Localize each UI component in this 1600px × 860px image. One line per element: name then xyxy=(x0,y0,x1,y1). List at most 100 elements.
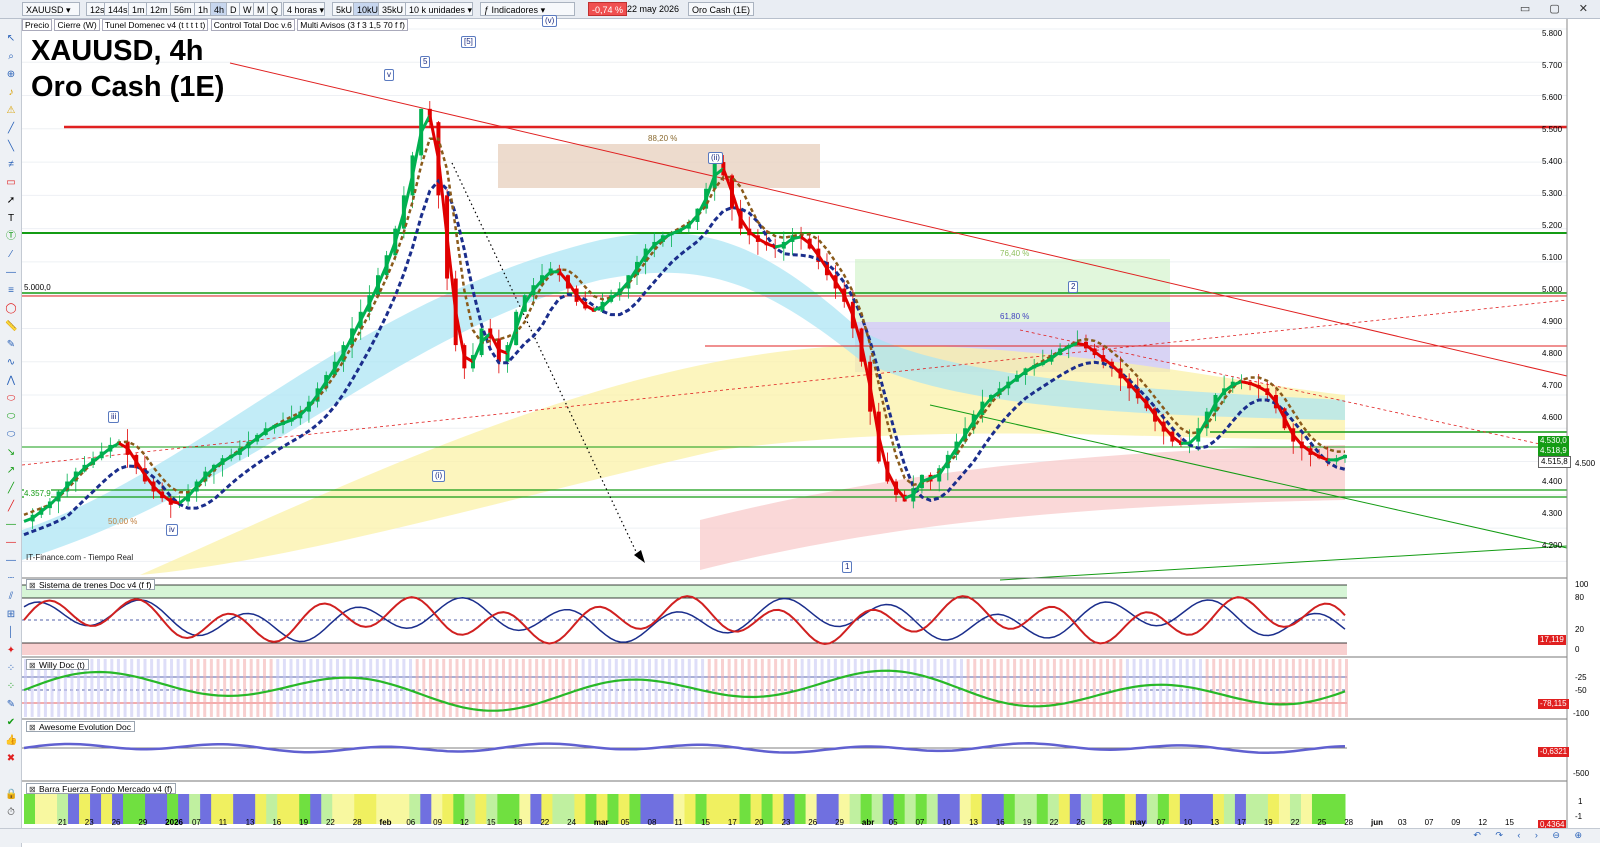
pattern-icon[interactable]: ⋀ xyxy=(5,375,17,387)
alert-icon[interactable]: ⚠ xyxy=(5,105,17,117)
indicators-button[interactable]: ƒ Indicadores ▾ xyxy=(480,2,575,16)
price-axis-label: 4.400 xyxy=(1542,477,1563,486)
fib-icon[interactable]: ≡ xyxy=(5,285,17,297)
overlay-2[interactable]: Tunel Domenec v4 (t t t t t) xyxy=(102,19,209,31)
panel1-value: 17,119 xyxy=(1538,635,1566,645)
panel-title-awesome[interactable]: ⊠ Awesome Evolution Doc xyxy=(26,721,135,732)
willy-bar xyxy=(1159,659,1163,717)
trendline-icon[interactable]: ╱ xyxy=(5,123,17,135)
ray-icon[interactable]: ╲ xyxy=(5,141,17,153)
willy-bar xyxy=(933,659,937,717)
period-selector[interactable]: 4 horas ▾ xyxy=(283,2,325,16)
willy-bar xyxy=(1218,659,1222,717)
line-green-icon[interactable]: ╱ xyxy=(5,483,17,495)
willy-bar xyxy=(1245,659,1249,717)
willy-bar xyxy=(1145,659,1149,717)
ellipse-icon[interactable]: ◯ xyxy=(5,303,17,315)
overlay-4[interactable]: Multi Avisos (3 f 3 1,5 70 f f) xyxy=(297,19,408,31)
willy-bar xyxy=(342,659,346,717)
vline-icon[interactable]: │ xyxy=(5,627,17,639)
close-icon[interactable]: ⊠ xyxy=(29,722,36,733)
chart-title-line1: XAUUSD, 4h xyxy=(31,35,204,67)
oval-blue-icon[interactable]: ⬭ xyxy=(5,429,17,441)
clock-icon[interactable]: ⏱ xyxy=(5,807,17,819)
oval-green-icon[interactable]: ⬭ xyxy=(5,411,17,423)
brush-icon[interactable]: ✎ xyxy=(5,699,17,711)
price-trend-segment xyxy=(1077,341,1087,347)
units-35k[interactable]: 35kU xyxy=(378,2,408,16)
time-axis-label: mar xyxy=(593,818,609,827)
bottom-scrollbar[interactable]: ↶ ↷ ‹ › ⊖ ⊕ xyxy=(0,828,1600,843)
units-selector[interactable]: 10 k unidades ▾ xyxy=(405,2,473,16)
willy-bar xyxy=(1152,659,1156,717)
close-icon[interactable]: ⊠ xyxy=(29,784,36,795)
check-icon[interactable]: ✔ xyxy=(5,717,17,729)
hline-blue-icon[interactable]: — xyxy=(5,555,17,567)
star-icon[interactable]: ✦ xyxy=(5,645,17,657)
willy-bar xyxy=(999,659,1003,717)
line-tool-icon[interactable]: ⁄ xyxy=(5,249,17,261)
hline-icon[interactable]: — xyxy=(5,267,17,279)
panel-title-willy[interactable]: ⊠ Willy Doc (t) xyxy=(26,659,89,670)
price-axis-label: 4.500 xyxy=(1575,459,1596,468)
measure-icon[interactable]: ⊞ xyxy=(5,609,17,621)
hline-red-icon[interactable]: — xyxy=(5,537,17,549)
willy-bar xyxy=(335,659,339,717)
willy-bar xyxy=(601,659,605,717)
zoom-icon[interactable]: ⌕ xyxy=(5,51,17,63)
dotted-icon[interactable]: ┈ xyxy=(5,573,17,585)
delete-icon[interactable]: ✖ xyxy=(5,753,17,765)
arrow-up-icon[interactable]: ↗ xyxy=(5,465,17,477)
panel3-axis-500: -500 xyxy=(1573,769,1590,778)
channel-blue-icon[interactable]: ⫽ xyxy=(5,591,17,603)
overlay-3[interactable]: Control Total Doc v.6 xyxy=(210,19,295,31)
price-box-3: 4.515,8 xyxy=(1538,456,1571,468)
overlay-1[interactable]: Cierre (W) xyxy=(54,19,100,31)
hline-green-icon[interactable]: — xyxy=(5,519,17,531)
willy-bar xyxy=(1086,659,1090,717)
timeframe-q[interactable]: Q xyxy=(267,2,283,16)
oval-red-icon[interactable]: ⬭ xyxy=(5,393,17,405)
price-chart[interactable] xyxy=(0,0,1600,860)
rectangle-icon[interactable]: ▭ xyxy=(5,177,17,189)
willy-bar xyxy=(574,659,578,717)
wave-icon[interactable]: ∿ xyxy=(5,357,17,369)
pencil-icon[interactable]: ✎ xyxy=(5,339,17,351)
time-axis-label: 11 xyxy=(674,818,683,827)
time-axis-label: 22 xyxy=(325,818,335,827)
willy-bar xyxy=(448,659,452,717)
panel-title-trenes[interactable]: ⊠ Sistema de trenes Doc v4 (f f) xyxy=(26,579,156,591)
panel2-axis-100: -100 xyxy=(1573,709,1590,718)
close-icon[interactable]: ⊠ xyxy=(29,580,36,591)
symbol-selector[interactable]: XAUUSD ▾ xyxy=(22,2,80,16)
thumb-icon[interactable]: 👍 xyxy=(5,735,17,747)
window-controls[interactable]: ▭ ▢ ✕ xyxy=(1520,2,1596,15)
price-box-1: 4.530,0 xyxy=(1538,436,1569,446)
willy-bar xyxy=(375,659,379,717)
line-red-icon[interactable]: ╱ xyxy=(5,501,17,513)
willy-bar xyxy=(349,659,353,717)
lock-icon[interactable]: 🔒 xyxy=(5,789,17,801)
overlay-0[interactable]: Precio xyxy=(22,19,53,31)
timeframe-56m[interactable]: 56m xyxy=(170,2,196,16)
navigation-arrows[interactable]: ↶ ↷ ‹ › ⊖ ⊕ xyxy=(1473,830,1588,841)
willy-bar xyxy=(760,659,764,717)
timeframe-12m[interactable]: 12m xyxy=(146,2,172,16)
willy-bar xyxy=(455,659,459,717)
close-icon[interactable]: ⊠ xyxy=(29,660,36,671)
arrow-icon[interactable]: ➚ xyxy=(5,195,17,207)
channel-icon[interactable]: ≠ xyxy=(5,159,17,171)
willy-bar xyxy=(1285,659,1289,717)
dots-green-icon[interactable]: ⁘ xyxy=(5,681,17,693)
ruler-icon[interactable]: 📏 xyxy=(5,321,17,333)
dots-icon[interactable]: ⁘ xyxy=(5,663,17,675)
willy-bar xyxy=(163,659,167,717)
text-icon[interactable]: T xyxy=(5,213,17,225)
zoom-area-icon[interactable]: ⊕ xyxy=(5,69,17,81)
cursor-icon[interactable]: ↖ xyxy=(5,33,17,45)
arrow-down-icon[interactable]: ↘ xyxy=(5,447,17,459)
bell-icon[interactable]: ♪ xyxy=(5,87,17,99)
text-green-icon[interactable]: Ⓣ xyxy=(5,231,17,243)
panel-title-fuerza[interactable]: ⊠ Barra Fuerza Fondo Mercado v4 (f) xyxy=(26,783,177,795)
level-label-4357: 4.357,9 xyxy=(24,489,51,498)
